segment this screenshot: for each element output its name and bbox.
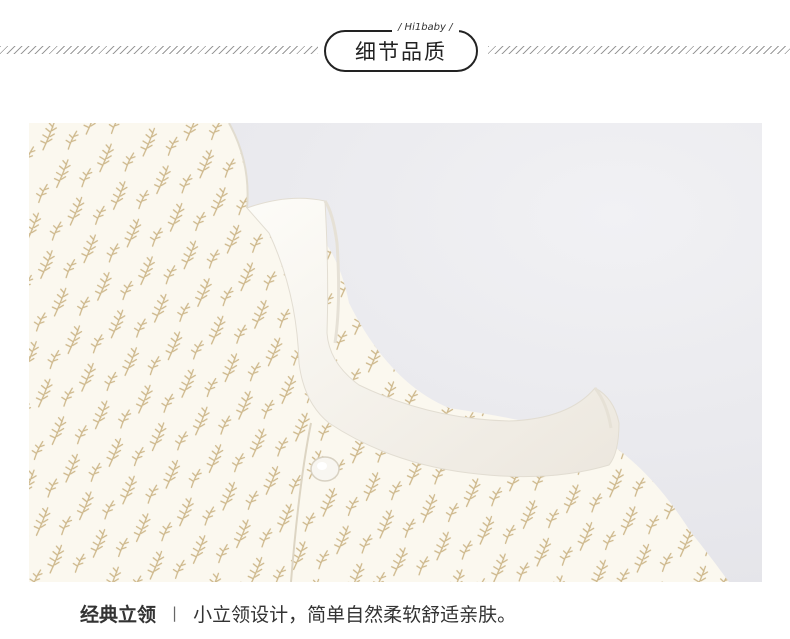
header-hatch-left [0,46,318,54]
product-photo [29,123,762,582]
section-title: 细节品质 [355,40,447,64]
caption-title: 经典立领 [80,603,157,626]
brand-tag: / Hi1baby / [392,22,459,33]
caption-separator: | [172,604,178,622]
garment-illustration [29,123,762,582]
caption-description: 小立领设计，简单自然柔软舒适亲肤。 [193,603,517,626]
section-title-pill: 细节品质 [324,30,478,72]
caption: 经典立领 | 小立领设计，简单自然柔软舒适亲肤。 [80,596,516,630]
header-hatch-right [488,46,790,54]
